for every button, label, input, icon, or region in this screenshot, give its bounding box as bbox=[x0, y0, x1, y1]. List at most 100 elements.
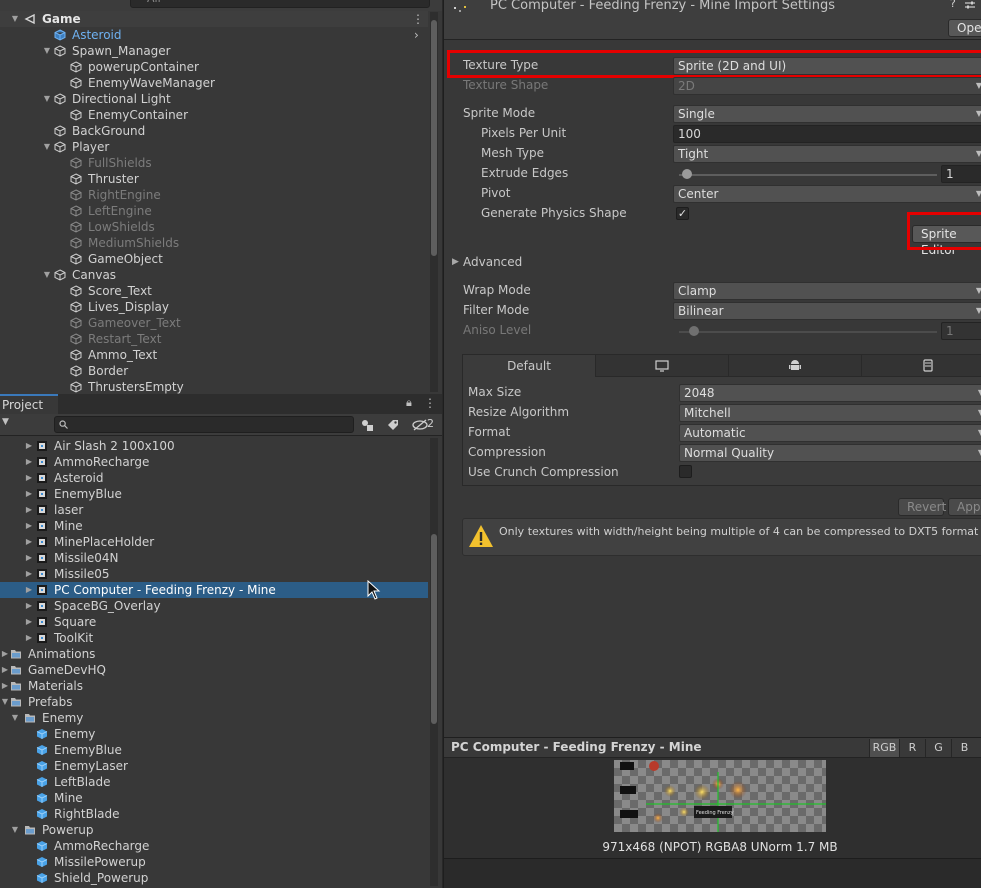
foldout-arrow-icon[interactable]: ▶ bbox=[0, 646, 10, 662]
filter-by-type-icon[interactable] bbox=[360, 418, 374, 432]
project-item[interactable]: EnemyBlue bbox=[0, 742, 428, 758]
hierarchy-item[interactable]: FullShields bbox=[0, 155, 428, 171]
project-item[interactable]: Enemy bbox=[0, 726, 428, 742]
project-item[interactable]: ▶ Air Slash 2 100x100 bbox=[0, 438, 428, 454]
foldout-arrow-icon[interactable]: ▶ bbox=[24, 534, 34, 550]
project-item[interactable]: LeftBlade bbox=[0, 774, 428, 790]
max-size-dropdown[interactable]: 2048 ▼ bbox=[679, 384, 981, 402]
hierarchy-item[interactable]: Score_Text bbox=[0, 283, 428, 299]
hierarchy-item[interactable]: ThrustersEmpty bbox=[0, 379, 428, 394]
foldout-arrow-icon[interactable]: ▼ bbox=[10, 710, 20, 726]
foldout-arrow-icon[interactable]: ▶ bbox=[24, 566, 34, 582]
hierarchy-item[interactable]: MediumShields bbox=[0, 235, 428, 251]
project-item[interactable]: ▶ Animations bbox=[0, 646, 428, 662]
project-item[interactable]: ▼ Enemy bbox=[0, 710, 428, 726]
project-search-input[interactable] bbox=[54, 416, 354, 433]
hierarchy-item[interactable]: Restart_Text bbox=[0, 331, 428, 347]
advanced-foldout-arrow-icon[interactable]: ▶ bbox=[452, 257, 459, 267]
scene-menu-icon[interactable]: ⋮ bbox=[412, 11, 424, 27]
open-button[interactable]: Open bbox=[948, 19, 981, 37]
mesh-type-dropdown[interactable]: Tight ▼ bbox=[673, 145, 981, 163]
extrude-edges-slider[interactable] bbox=[679, 174, 937, 176]
collapse-arrow-icon[interactable]: ▼ bbox=[10, 11, 20, 27]
project-item[interactable]: MissilePowerup bbox=[0, 854, 428, 870]
foldout-arrow-icon[interactable]: ▶ bbox=[0, 662, 10, 678]
project-item[interactable]: ▶ AmmoRecharge bbox=[0, 454, 428, 470]
panel-menu-icon[interactable]: ⋮ bbox=[424, 396, 436, 410]
hidden-packages-icon[interactable] bbox=[412, 419, 428, 431]
hierarchy-item[interactable]: RightEngine bbox=[0, 187, 428, 203]
revert-button[interactable]: Revert bbox=[898, 498, 946, 516]
hierarchy-item[interactable]: Lives_Display bbox=[0, 299, 428, 315]
project-item[interactable]: Shield_Powerup bbox=[0, 870, 428, 886]
foldout-arrow-icon[interactable]: ▶ bbox=[24, 550, 34, 566]
help-icon[interactable]: ? bbox=[950, 0, 956, 10]
extrude-edges-slider-knob[interactable] bbox=[681, 169, 692, 179]
hierarchy-search-input[interactable]: All bbox=[130, 0, 430, 8]
foldout-arrow-icon[interactable]: ▶ bbox=[24, 518, 34, 534]
advanced-foldout[interactable]: Advanced bbox=[463, 255, 522, 269]
project-item[interactable]: ▶ Materials bbox=[0, 678, 428, 694]
hierarchy-item[interactable]: powerupContainer bbox=[0, 59, 428, 75]
hierarchy-item[interactable]: LowShields bbox=[0, 219, 428, 235]
resize-algorithm-dropdown[interactable]: Mitchell ▼ bbox=[679, 404, 981, 422]
channel-b-button[interactable]: B bbox=[951, 739, 977, 757]
project-item[interactable]: ▶ Asteroid bbox=[0, 470, 428, 486]
foldout-arrow-icon[interactable]: ▼ bbox=[0, 694, 10, 710]
apply-button[interactable]: Apply bbox=[948, 498, 981, 516]
filter-mode-dropdown[interactable]: Bilinear ▼ bbox=[673, 302, 981, 320]
project-item[interactable]: ▶ EnemyBlue bbox=[0, 486, 428, 502]
project-item[interactable]: ▼ Prefabs bbox=[0, 694, 428, 710]
extrude-edges-input[interactable]: 1 bbox=[941, 165, 981, 183]
tab-default[interactable]: Default bbox=[463, 355, 596, 377]
tab-webgl[interactable] bbox=[862, 355, 981, 377]
project-item[interactable]: EnemyLaser bbox=[0, 758, 428, 774]
tab-standalone[interactable] bbox=[596, 355, 729, 377]
project-item[interactable]: ▶ SpaceBG_Overlay bbox=[0, 598, 428, 614]
project-item[interactable]: ▼ Powerup bbox=[0, 822, 428, 838]
hierarchy-item[interactable]: Thruster bbox=[0, 171, 428, 187]
hierarchy-item[interactable]: ▼ Canvas bbox=[0, 267, 428, 283]
channel-rgb-button[interactable]: RGB bbox=[869, 739, 899, 757]
compression-dropdown[interactable]: Normal Quality ▼ bbox=[679, 444, 981, 462]
collapse-arrow-icon[interactable]: ▼ bbox=[42, 91, 52, 107]
hierarchy-scrollbar-thumb[interactable] bbox=[431, 20, 437, 256]
project-item[interactable]: ▶ Missile04N bbox=[0, 550, 428, 566]
hierarchy-item[interactable]: Ammo_Text bbox=[0, 347, 428, 363]
project-item[interactable]: ▶ MinePlaceHolder bbox=[0, 534, 428, 550]
hierarchy-item[interactable]: EnemyContainer bbox=[0, 107, 428, 123]
channel-r-button[interactable]: R bbox=[899, 739, 925, 757]
project-item[interactable]: ▶ laser bbox=[0, 502, 428, 518]
project-item[interactable]: ▶ Square bbox=[0, 614, 428, 630]
filter-by-label-icon[interactable] bbox=[386, 418, 400, 432]
foldout-arrow-icon[interactable]: ▶ bbox=[24, 614, 34, 630]
hierarchy-item[interactable]: EnemyWaveManager bbox=[0, 75, 428, 91]
hierarchy-item[interactable]: GameObject bbox=[0, 251, 428, 267]
project-item-selected[interactable]: ▶ PC Computer - Feeding Frenzy - Mine bbox=[0, 582, 428, 598]
format-dropdown[interactable]: Automatic ▼ bbox=[679, 424, 981, 442]
generate-physics-shape-checkbox[interactable]: ✓ bbox=[676, 207, 689, 220]
project-item[interactable]: AmmoRecharge bbox=[0, 838, 428, 854]
chevron-right-icon[interactable]: › bbox=[414, 27, 419, 43]
foldout-arrow-icon[interactable]: ▶ bbox=[24, 502, 34, 518]
foldout-arrow-icon[interactable]: ▶ bbox=[24, 470, 34, 486]
collapse-arrow-icon[interactable]: ▼ bbox=[42, 139, 52, 155]
hierarchy-item[interactable]: ▼ Directional Light bbox=[0, 91, 428, 107]
wrap-mode-dropdown[interactable]: Clamp ▼ bbox=[673, 282, 981, 300]
foldout-arrow-icon[interactable]: ▶ bbox=[24, 454, 34, 470]
foldout-arrow-icon[interactable]: ▶ bbox=[24, 582, 34, 598]
pixels-per-unit-input[interactable]: 100 bbox=[673, 125, 981, 143]
project-item[interactable]: ▶ ToolKit bbox=[0, 630, 428, 646]
foldout-arrow-icon[interactable]: ▼ bbox=[10, 822, 20, 838]
sprite-mode-dropdown[interactable]: Single ▼ bbox=[673, 105, 981, 123]
foldout-arrow-icon[interactable]: ▶ bbox=[0, 678, 10, 694]
hierarchy-item[interactable]: Border bbox=[0, 363, 428, 379]
preset-settings-icon[interactable] bbox=[964, 0, 976, 10]
foldout-arrow-icon[interactable]: ▶ bbox=[24, 486, 34, 502]
scene-row[interactable]: ▼ Game ⋮ bbox=[0, 11, 428, 27]
hierarchy-item[interactable]: LeftEngine bbox=[0, 203, 428, 219]
project-item[interactable]: RightBlade bbox=[0, 806, 428, 822]
hierarchy-item[interactable]: Gameover_Text bbox=[0, 315, 428, 331]
hierarchy-item[interactable]: BackGround bbox=[0, 123, 428, 139]
foldout-arrow-icon[interactable]: ▶ bbox=[24, 630, 34, 646]
